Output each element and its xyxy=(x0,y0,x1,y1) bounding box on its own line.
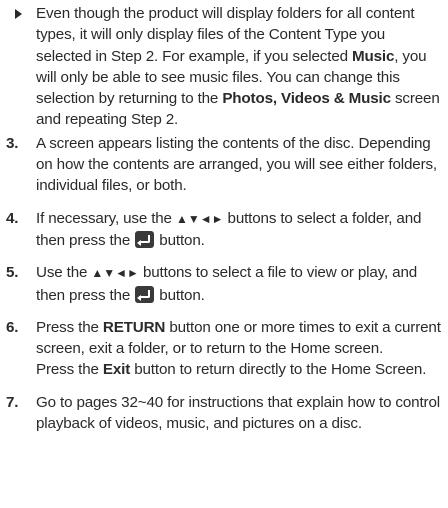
step-text-a: If necessary, use the xyxy=(36,209,176,227)
enter-button-icon xyxy=(135,230,155,248)
step-bold-return: RETURN xyxy=(102,318,166,336)
step-text-c: Press the xyxy=(36,361,103,379)
note-bold-music: Music xyxy=(351,47,395,65)
manual-page: Even though the product will display fol… xyxy=(0,0,448,508)
step-6: 6. Press the RETURN button one or more t… xyxy=(2,317,442,381)
step-text: A screen appears listing the contents of… xyxy=(36,134,438,195)
step-number: 4. xyxy=(6,209,19,227)
arrow-buttons-icon: ▲▼◄► xyxy=(91,266,139,281)
step-7: 7. Go to pages 32~40 for instructions th… xyxy=(2,392,442,435)
step-number: 3. xyxy=(6,134,19,152)
step-text-c: button. xyxy=(155,231,205,249)
step-3: 3. A screen appears listing the contents… xyxy=(2,133,442,197)
step-4: 4. If necessary, use the ▲▼◄► buttons to… xyxy=(2,208,442,252)
step-number: 6. xyxy=(6,318,19,336)
step-5: 5. Use the ▲▼◄► buttons to select a file… xyxy=(2,262,442,306)
note-bullet: Even though the product will display fol… xyxy=(2,3,442,131)
step-number: 5. xyxy=(6,264,19,282)
step-number: 7. xyxy=(6,393,19,411)
enter-button-icon xyxy=(135,285,155,303)
step-text-d: button to return directly to the Home Sc… xyxy=(130,361,427,379)
step-text-c: button. xyxy=(155,286,205,304)
step-text-a: Use the xyxy=(36,264,92,282)
step-subline: Press the Exit button to return directly… xyxy=(36,359,442,380)
step-text-a: Press the xyxy=(36,318,103,336)
step-bold-exit: Exit xyxy=(102,361,131,379)
triangle-bullet-icon xyxy=(15,9,22,19)
arrow-buttons-icon: ▲▼◄► xyxy=(175,211,224,226)
step-text: Go to pages 32~40 for instructions that … xyxy=(36,393,440,433)
note-bold-screen: Photos, Videos & Music xyxy=(222,90,391,108)
